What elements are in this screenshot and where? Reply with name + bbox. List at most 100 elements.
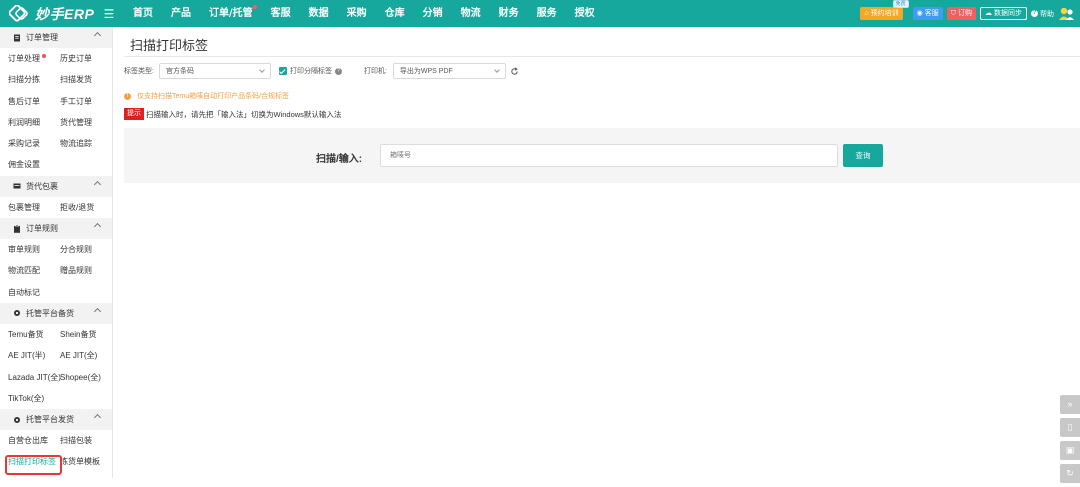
sidebar-item[interactable]: 历史订单 bbox=[60, 48, 112, 69]
query-button[interactable]: 查询 bbox=[843, 144, 883, 167]
customer-service-button[interactable]: ◉ 客服 bbox=[912, 7, 943, 20]
sidebar-item[interactable]: AE JIT(半) bbox=[8, 345, 60, 366]
tip-badge: 提示 bbox=[124, 108, 144, 120]
sidebar-item[interactable]: Lazada JIT(全) bbox=[8, 367, 61, 388]
sidebar-item[interactable]: 利润明细 bbox=[8, 112, 60, 133]
sidebar-item[interactable]: 手工订单 bbox=[60, 91, 112, 112]
refresh-icon[interactable] bbox=[510, 66, 519, 76]
chevron-up-icon[interactable] bbox=[93, 31, 102, 40]
sidebar-item[interactable]: AE JIT(全) bbox=[60, 345, 112, 366]
page-title: 扫描打印标签 bbox=[130, 38, 209, 53]
gear-icon bbox=[13, 416, 21, 424]
sidebar-item[interactable]: 订单处理 bbox=[8, 48, 60, 69]
floating-toolbar: » ▯ ▣ ↻ bbox=[1060, 395, 1080, 487]
sidebar-item[interactable]: 拣货单模板 bbox=[60, 451, 112, 472]
scan-label: 扫描/输入: bbox=[316, 154, 363, 165]
label-type-select[interactable]: 官方条码 bbox=[158, 63, 271, 79]
sidebar: 订单管理订单处理 历史订单 扫描分拣 扫描发货 售后订单 手工订单 利润明细 货代管理 采购记录… bbox=[0, 27, 113, 478]
sidebar-item[interactable]: 包裹管理 bbox=[8, 197, 60, 218]
order-subscription-button[interactable]: ⛉ 订购 bbox=[946, 7, 976, 20]
title-divider bbox=[124, 56, 1080, 57]
refresh-icon[interactable]: ↻ bbox=[1060, 464, 1080, 483]
nav-item-1[interactable]: 产品 bbox=[162, 0, 200, 27]
nav-item-2[interactable]: 订单/托管 bbox=[200, 0, 262, 27]
sidebar-section-title: 订单规则 bbox=[26, 224, 58, 234]
warning-icon: ! bbox=[124, 92, 131, 100]
sidebar-section-2[interactable]: 订单规则 bbox=[0, 218, 112, 240]
sidebar-section-body: Temu备货 Shein备货 AE JIT(半) AE JIT(全) Lazada JI… bbox=[0, 324, 112, 409]
nav-item-9[interactable]: 财务 bbox=[490, 0, 528, 27]
save-icon[interactable]: ▣ bbox=[1060, 441, 1080, 460]
nav-item-7[interactable]: 分销 bbox=[414, 0, 452, 27]
free-tag: 免费 bbox=[892, 0, 909, 8]
hamburger-menu-icon[interactable]: ☰ bbox=[100, 7, 118, 21]
sidebar-item[interactable]: 扫描分拣 bbox=[8, 69, 60, 90]
printer-label: 打印机: bbox=[363, 68, 387, 75]
top-right-toolbar: ⌂ 预约培训 免费 ◉ 客服 ⛉ 订购 ☁ 数据同步 ? 帮助 bbox=[860, 0, 1074, 27]
print-split-checkbox[interactable] bbox=[278, 67, 287, 75]
clipboard-icon bbox=[13, 224, 21, 233]
tip-text: 扫描输入时，请先把「输入法」切换为Windows默认输入法 bbox=[146, 109, 342, 119]
nav-item-6[interactable]: 仓库 bbox=[376, 0, 414, 27]
sidebar-item[interactable]: 分合规则 bbox=[60, 239, 112, 260]
sidebar-section-title: 货代包裹 bbox=[26, 181, 58, 191]
mobile-icon[interactable]: ▯ bbox=[1060, 418, 1080, 437]
nav-item-10[interactable]: 服务 bbox=[528, 0, 566, 27]
chevron-down-icon bbox=[494, 67, 500, 73]
document-icon bbox=[13, 34, 21, 42]
help-link[interactable]: ? 帮助 bbox=[1031, 9, 1054, 19]
sidebar-item[interactable]: 赠品规则 bbox=[60, 260, 112, 281]
nav-item-4[interactable]: 数据 bbox=[300, 0, 338, 27]
sidebar-item[interactable]: 扫描包装 bbox=[60, 430, 112, 451]
sidebar-item[interactable]: 采购记录 bbox=[8, 133, 60, 154]
sidebar-item[interactable]: 审单规则 bbox=[8, 239, 60, 260]
label-type-label: 标签类型: bbox=[124, 68, 154, 75]
nav-item-5[interactable]: 采购 bbox=[338, 0, 376, 27]
chevron-up-icon[interactable] bbox=[93, 223, 102, 231]
question-icon[interactable]: ? bbox=[334, 67, 342, 75]
sidebar-section-1[interactable]: 货代包裹 bbox=[0, 175, 112, 197]
sidebar-item[interactable]: 物流追踪 bbox=[60, 133, 112, 154]
sidebar-item[interactable]: Shein备货 bbox=[60, 324, 112, 345]
sidebar-section-title: 订单管理 bbox=[26, 33, 58, 42]
sidebar-item[interactable]: TikTok(全) bbox=[8, 388, 60, 409]
truck-icon bbox=[13, 182, 21, 190]
notice-line: ! 仅支持扫描Temu箱唛自动打印产品条码/合规标签 bbox=[124, 91, 289, 101]
nav-item-8[interactable]: 物流 bbox=[452, 0, 490, 27]
chevron-up-icon[interactable] bbox=[93, 180, 102, 188]
sidebar-item[interactable]: Shopee(全) bbox=[60, 367, 112, 388]
sidebar-item[interactable]: 佣金设置 bbox=[8, 154, 60, 175]
sidebar-item[interactable]: Temu备货 bbox=[8, 324, 60, 345]
sidebar-section-body: 包裹管理 拒收/退货 bbox=[0, 197, 112, 218]
sidebar-item[interactable]: 自营仓出库 bbox=[8, 430, 60, 451]
cloud-icon: ☁ bbox=[985, 10, 992, 17]
nav-item-3[interactable]: 客服 bbox=[262, 0, 300, 27]
logo[interactable]: 妙手ERP bbox=[0, 4, 98, 24]
sidebar-item[interactable]: 自动标记 bbox=[8, 282, 60, 303]
box-label-input[interactable] bbox=[380, 144, 838, 167]
data-sync-button[interactable]: ☁ 数据同步 bbox=[980, 7, 1027, 20]
user-avatar-icon[interactable] bbox=[1058, 6, 1074, 22]
sidebar-item[interactable]: 拒收/退货 bbox=[60, 197, 112, 218]
print-split-label: 打印分隔标签 bbox=[289, 68, 332, 75]
printer-select[interactable]: 导出为WPS PDF bbox=[392, 63, 506, 79]
chevron-up-icon[interactable] bbox=[93, 307, 102, 316]
sidebar-section-title: 托管平台发货 bbox=[26, 415, 74, 425]
sidebar-section-3[interactable]: 托管平台备货 bbox=[0, 302, 112, 324]
nav-item-0[interactable]: 首页 bbox=[124, 0, 162, 27]
sidebar-section-0[interactable]: 订单管理 bbox=[0, 27, 112, 48]
sidebar-item[interactable]: 物流匹配 bbox=[8, 260, 60, 281]
chevron-up-icon[interactable] bbox=[93, 414, 102, 422]
scan-panel: 扫描/输入: 查询 bbox=[124, 128, 1080, 183]
sidebar-section-4[interactable]: 托管平台发货 bbox=[0, 409, 112, 431]
sidebar-item[interactable]: 售后订单 bbox=[8, 91, 60, 112]
collapse-icon[interactable]: » bbox=[1060, 395, 1080, 414]
top-navbar: 妙手ERP ☰ 首页 产品 订单/托管 客服 数据 采购 仓库 分销 物流 财务 服务 授权 ⌂ 预约… bbox=[0, 0, 1080, 27]
sidebar-item[interactable]: 货代管理 bbox=[60, 112, 112, 133]
sidebar-section-title: 托管平台备货 bbox=[26, 308, 74, 318]
filter-bar: 标签类型: 官方条码 打印分隔标签 ? 打印机: 导出为WPS PDF bbox=[124, 63, 519, 79]
logo-mark-icon bbox=[9, 4, 31, 23]
sidebar-item[interactable]: 扫描发货 bbox=[60, 69, 112, 90]
nav-item-11[interactable]: 授权 bbox=[566, 0, 604, 27]
book-training-button[interactable]: ⌂ 预约培训 免费 bbox=[860, 0, 909, 20]
